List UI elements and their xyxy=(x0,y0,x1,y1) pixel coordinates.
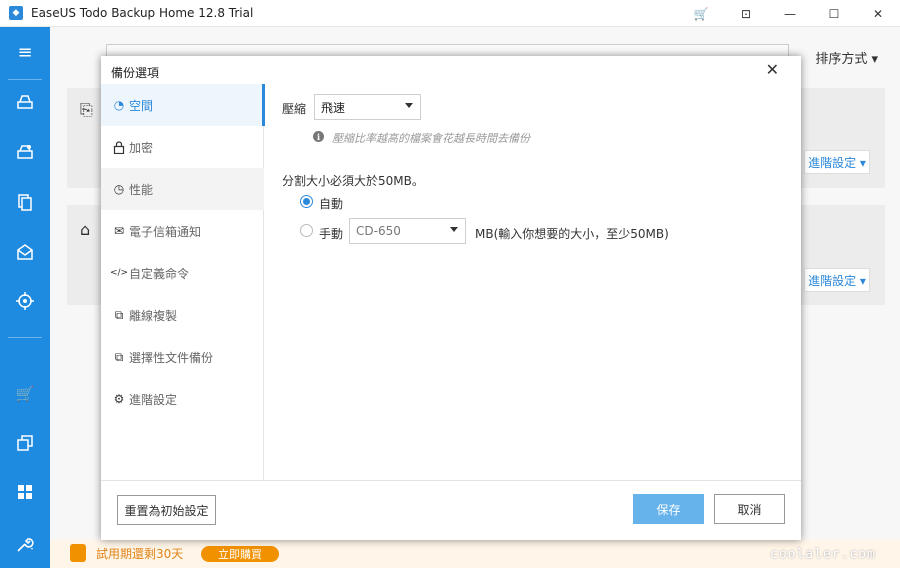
trial-remaining-text: 試用期還剩30天 xyxy=(96,547,184,561)
dialog-title: 備份選項 xyxy=(111,66,160,80)
sidebar: ≡ 🛒 xyxy=(0,27,50,568)
watermark: coolaler.com xyxy=(770,547,876,562)
mail-backup-icon[interactable] xyxy=(0,237,50,267)
restore-button[interactable]: ⊡ xyxy=(724,0,768,27)
info-icon: i xyxy=(313,131,324,142)
auto-radio-label[interactable]: 自動 xyxy=(319,195,343,212)
advanced-settings-button[interactable]: 進階設定 ▾ xyxy=(804,150,870,174)
clone-icon-svg xyxy=(17,435,33,451)
gift-icon xyxy=(70,544,86,562)
sidebar-divider xyxy=(8,79,42,80)
nav-item-offline-copy[interactable]: ⧉ 離線複製 xyxy=(101,294,264,336)
backup-options-dialog: 備份選項 ✕ ◔ 空間 加密 ◷ 性能 ✉ 電子信箱通知 </> 自定義命令 ⧉… xyxy=(101,56,801,540)
nav-item-label: 選擇性文件備份 xyxy=(129,350,214,365)
backup-drive-icon-svg xyxy=(17,95,33,109)
sort-button[interactable]: 排序方式 ▾ xyxy=(815,48,878,67)
lock-icon xyxy=(111,140,127,154)
window-title: EaseUS Todo Backup Home 12.8 Trial xyxy=(31,6,254,20)
tools-icon[interactable] xyxy=(0,529,50,559)
manual-radio[interactable] xyxy=(300,224,313,237)
lock-icon-svg xyxy=(113,140,125,154)
split-size-value: CD-650 xyxy=(356,224,401,238)
nav-item-encryption[interactable]: 加密 xyxy=(101,126,264,168)
dialog-footer: 重置為初始設定 保存 取消 xyxy=(101,480,801,540)
advanced-settings-button[interactable]: 進階設定 ▾ xyxy=(804,268,870,292)
manual-radio-label[interactable]: 手動 xyxy=(319,225,343,242)
nav-item-label: 空間 xyxy=(129,98,154,113)
copy-icon: ⧉ xyxy=(114,307,124,322)
nav-item-space[interactable]: ◔ 空間 xyxy=(101,84,265,126)
split-size-select[interactable]: CD-650 xyxy=(349,218,466,244)
split-size-label: 分割大小必須大於50MB。 xyxy=(282,174,424,188)
nav-item-label: 性能 xyxy=(129,182,154,197)
nav-item-label: 電子信箱通知 xyxy=(129,224,202,239)
nav-item-email-notification[interactable]: ✉ 電子信箱通知 xyxy=(101,210,264,252)
target-icon[interactable] xyxy=(0,286,50,316)
file-backup-icon-svg xyxy=(18,194,32,211)
menu-icon[interactable]: ≡ xyxy=(0,37,50,67)
options-content: 壓縮 飛速 i 壓縮比率越高的檔案會花越長時間去備份 分割大小必須大於50MB。… xyxy=(265,84,801,480)
nav-item-label: 自定義命令 xyxy=(129,266,190,281)
maximize-button[interactable]: ☐ xyxy=(812,0,856,27)
apps-icon-svg xyxy=(18,485,32,499)
system-backup-icon: ⌂ xyxy=(80,220,91,239)
clone-icon[interactable] xyxy=(0,428,50,458)
options-nav: ◔ 空間 加密 ◷ 性能 ✉ 電子信箱通知 </> 自定義命令 ⧉ 離線複製 ⧉… xyxy=(101,84,265,480)
split-size-hint: MB(輸入你想要的大小，至少50MB) xyxy=(475,227,669,241)
reset-defaults-button[interactable]: 重置為初始設定 xyxy=(117,495,216,525)
compression-select[interactable]: 飛速 xyxy=(314,94,421,120)
gear-icon: ⚙ xyxy=(113,392,125,406)
title-bar: ◆ EaseUS Todo Backup Home 12.8 Trial 🛒 ⊡… xyxy=(0,0,900,27)
nav-item-custom-command[interactable]: </> 自定義命令 xyxy=(101,252,264,294)
file-select-icon: ⧉ xyxy=(114,349,124,364)
sidebar-divider xyxy=(8,337,42,338)
mail-backup-icon-svg xyxy=(17,244,33,260)
code-icon: </> xyxy=(109,268,129,278)
compression-label: 壓縮 xyxy=(282,102,307,116)
system-backup-icon-svg xyxy=(17,145,33,159)
compression-hint: 壓縮比率越高的檔案會花越長時間去備份 xyxy=(332,132,530,145)
minimize-button[interactable]: — xyxy=(768,0,812,27)
nav-item-performance[interactable]: ◷ 性能 xyxy=(101,168,264,210)
gauge-icon: ◷ xyxy=(113,182,125,196)
dialog-close-button[interactable]: ✕ xyxy=(766,60,779,79)
file-backup-icon: ⎘ xyxy=(80,100,93,119)
nav-item-advanced-settings[interactable]: ⚙ 進階設定 xyxy=(101,378,264,420)
nav-item-label: 加密 xyxy=(129,140,154,155)
cart-icon[interactable]: 🛒 xyxy=(0,379,50,409)
auto-radio[interactable] xyxy=(300,195,313,208)
app-logo: ◆ xyxy=(9,6,23,20)
pie-chart-icon: ◔ xyxy=(113,98,125,112)
chevron-down-icon xyxy=(405,103,413,108)
nav-item-selective-file-backup[interactable]: ⧉ 選擇性文件備份 xyxy=(101,336,264,378)
save-button[interactable]: 保存 xyxy=(633,494,704,524)
target-icon-svg xyxy=(16,292,34,310)
apps-icon[interactable] xyxy=(0,477,50,507)
compression-value: 飛速 xyxy=(321,100,346,115)
chevron-down-icon xyxy=(450,227,458,232)
cart-icon[interactable]: 🛒 xyxy=(678,0,724,27)
backup-drive-icon[interactable] xyxy=(0,87,50,117)
cancel-button[interactable]: 取消 xyxy=(714,494,785,524)
buy-now-button[interactable]: 立即購買 xyxy=(201,546,279,562)
tools-icon-svg xyxy=(17,538,34,552)
mail-icon: ✉ xyxy=(113,224,125,238)
file-backup-icon[interactable] xyxy=(0,187,50,217)
nav-item-label: 進階設定 xyxy=(129,392,178,407)
nav-item-label: 離線複製 xyxy=(129,308,178,323)
close-window-button[interactable]: ✕ xyxy=(856,0,900,27)
system-backup-icon[interactable] xyxy=(0,137,50,167)
